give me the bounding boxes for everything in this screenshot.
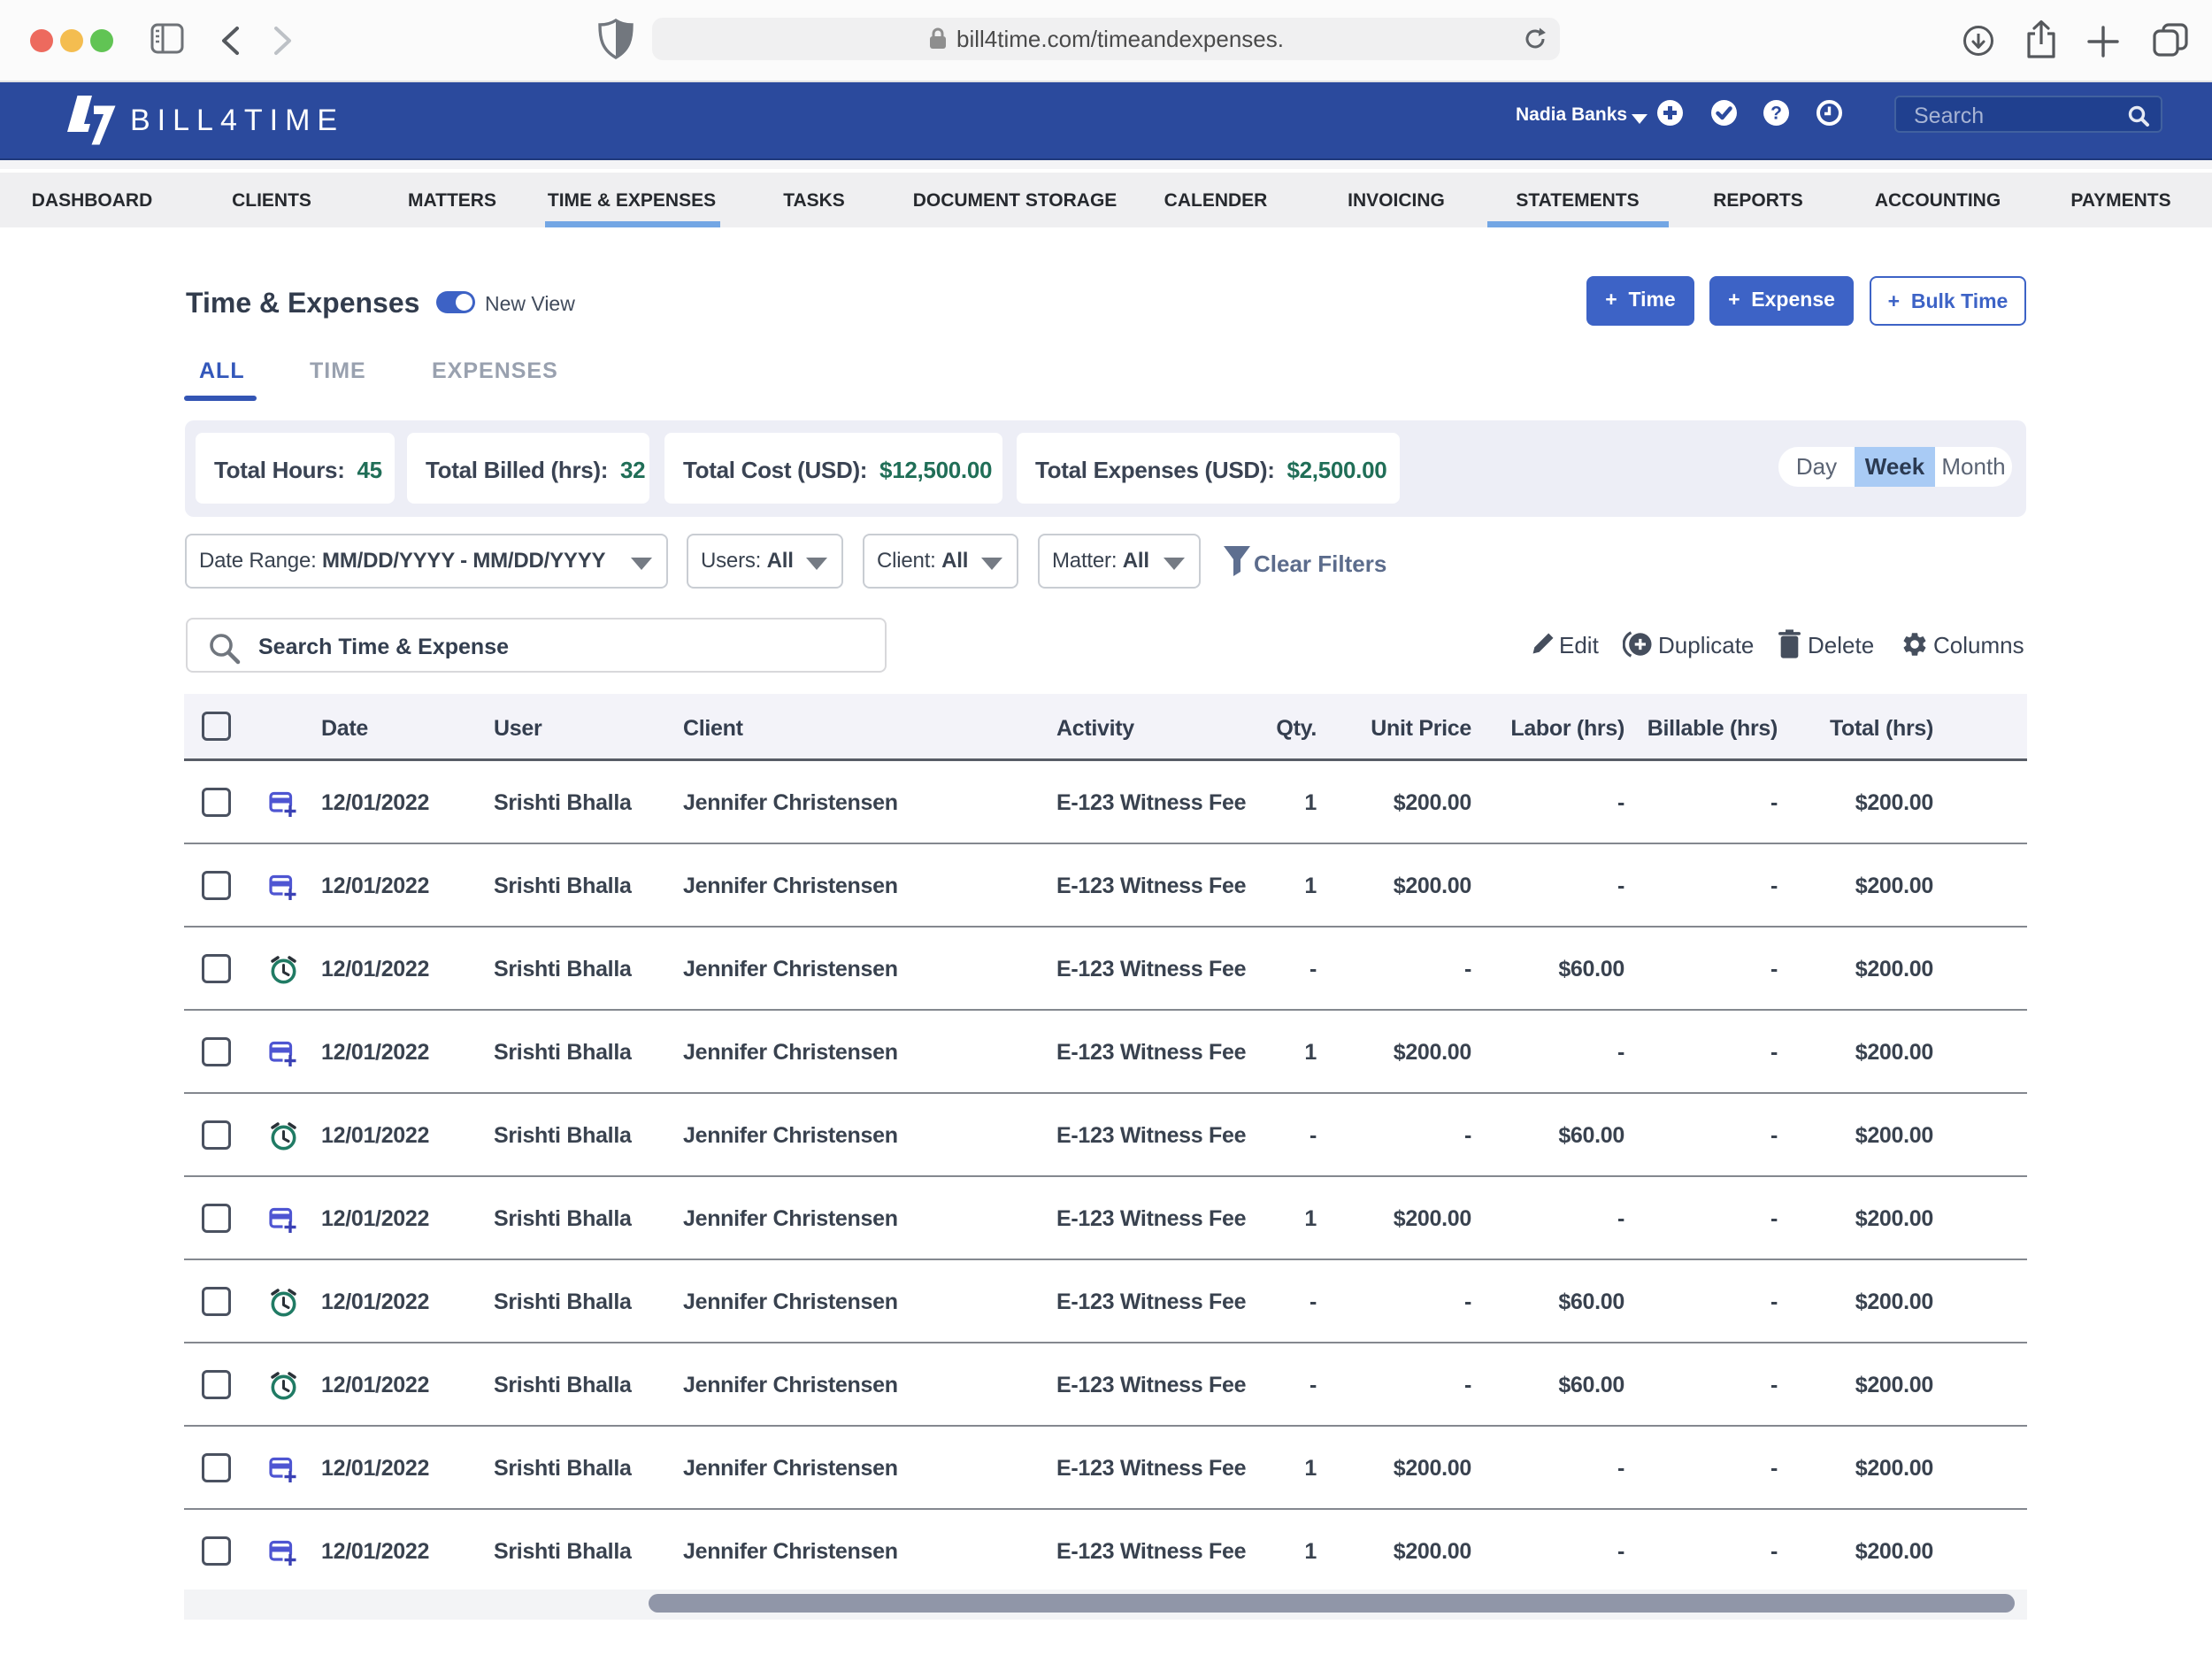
svg-text:?: ? <box>1770 104 1782 124</box>
